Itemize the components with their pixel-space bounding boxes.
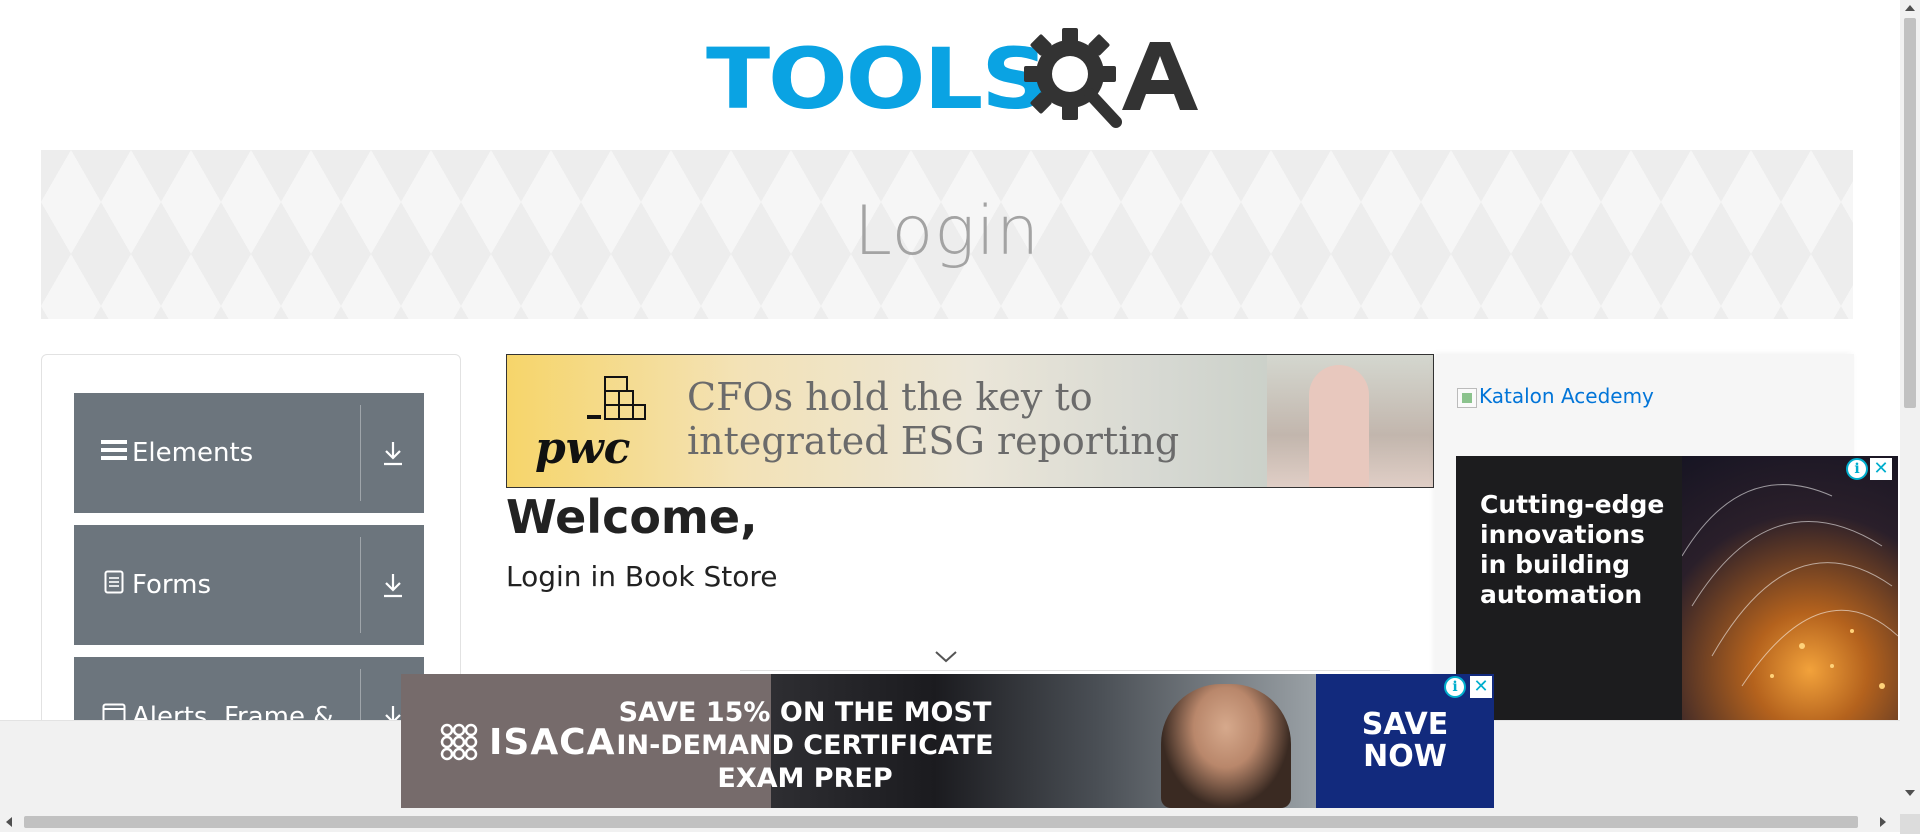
chevron-down-icon[interactable] [934,650,958,664]
horizontal-scrollbar[interactable] [0,812,1900,832]
isaca-ad-headline: SAVE 15% ON THE MOST IN-DEMAND CERTIFICA… [615,696,995,795]
gear-icon [1024,28,1122,128]
isaca-logo-icon [440,723,478,761]
isaca-logo: ISACA [489,722,616,763]
sidebar-group-label: Elements [132,438,254,468]
katalon-academy-link[interactable]: Katalon Acedemy [1457,384,1654,408]
isaca-ad-banner[interactable]: ISACA SAVE 15% ON THE MOST IN-DEMAND CER… [401,674,1494,808]
city-network-image [1682,484,1898,689]
ad-close-icon[interactable]: ✕ [1870,458,1892,480]
download-icon[interactable] [362,525,424,645]
pwc-logo: pwc [535,423,631,474]
isaca-ad-line: IN-DEMAND CERTIFICATE [616,730,994,761]
cta-line: NOW [1363,739,1447,774]
pwc-blocks-icon [587,376,646,420]
cta-line: SAVE [1361,707,1449,742]
hamburger-icon [98,438,130,469]
side-ad-headline: Cutting-edge innovations in building aut… [1480,490,1664,610]
vertical-scrollbar[interactable] [1900,0,1920,814]
ad-info-icon[interactable]: i [1846,458,1868,480]
toolsqa-logo[interactable]: TOOLS [706,22,1198,136]
building-automation-ad[interactable]: Cutting-edge innovations in building aut… [1456,456,1898,724]
sidebar-group-forms[interactable]: Forms [74,525,424,645]
woman-figure [1161,684,1291,808]
side-ad-line: Cutting-edge [1480,490,1665,519]
woman-figure [1309,365,1369,487]
logo-a-letter [1122,42,1198,110]
scroll-left-arrow-icon[interactable] [6,817,12,827]
katalon-alt-text: Katalon Acedemy [1479,384,1654,408]
page-title: Login [853,192,1041,271]
page-banner: Login [41,150,1853,319]
sidebar-group-label: Forms [132,570,212,600]
logo-tools-wordmark: TOOLS [706,30,1049,128]
scroll-right-arrow-icon[interactable] [1880,817,1886,827]
side-ad-line: innovations [1480,520,1645,549]
pwc-ad-headline: CFOs hold the key to integrated ESG repo… [687,375,1179,463]
broken-image-icon [1457,387,1477,408]
horizontal-scroll-thumb[interactable] [24,816,1858,828]
pwc-ad-banner[interactable]: pwc CFOs hold the key to integrated ESG … [506,354,1434,488]
form-divider [740,670,1390,671]
login-subtitle: Login in Book Store [506,560,778,593]
save-now-button[interactable]: SAVE NOW [1316,674,1494,808]
vertical-scroll-thumb[interactable] [1904,18,1916,408]
download-icon[interactable] [362,393,424,513]
side-ad-line: automation [1480,580,1643,609]
pwc-ad-line: integrated ESG reporting [687,419,1180,463]
scrollbar-corner [1900,814,1920,834]
divider [360,405,361,501]
save-now-label: SAVE NOW [1362,709,1449,773]
sidebar-group-elements[interactable]: Elements [74,393,424,513]
scroll-up-arrow-icon[interactable] [1905,5,1915,11]
isaca-ad-line: SAVE 15% ON THE MOST [618,697,992,728]
document-icon [98,570,130,601]
welcome-heading: Welcome, [506,490,758,544]
pwc-ad-line: CFOs hold the key to [687,375,1093,419]
side-ad-line: in building [1480,550,1631,579]
sidebar-panel: Elements Forms Alerts, Frame & [41,354,461,754]
ad-close-icon[interactable]: ✕ [1470,676,1492,698]
divider [360,537,361,633]
isaca-ad-line: EXAM PREP [717,763,893,794]
pwc-ad-photo [1267,355,1433,487]
scroll-down-arrow-icon[interactable] [1905,790,1915,796]
ad-info-icon[interactable]: i [1444,676,1466,698]
